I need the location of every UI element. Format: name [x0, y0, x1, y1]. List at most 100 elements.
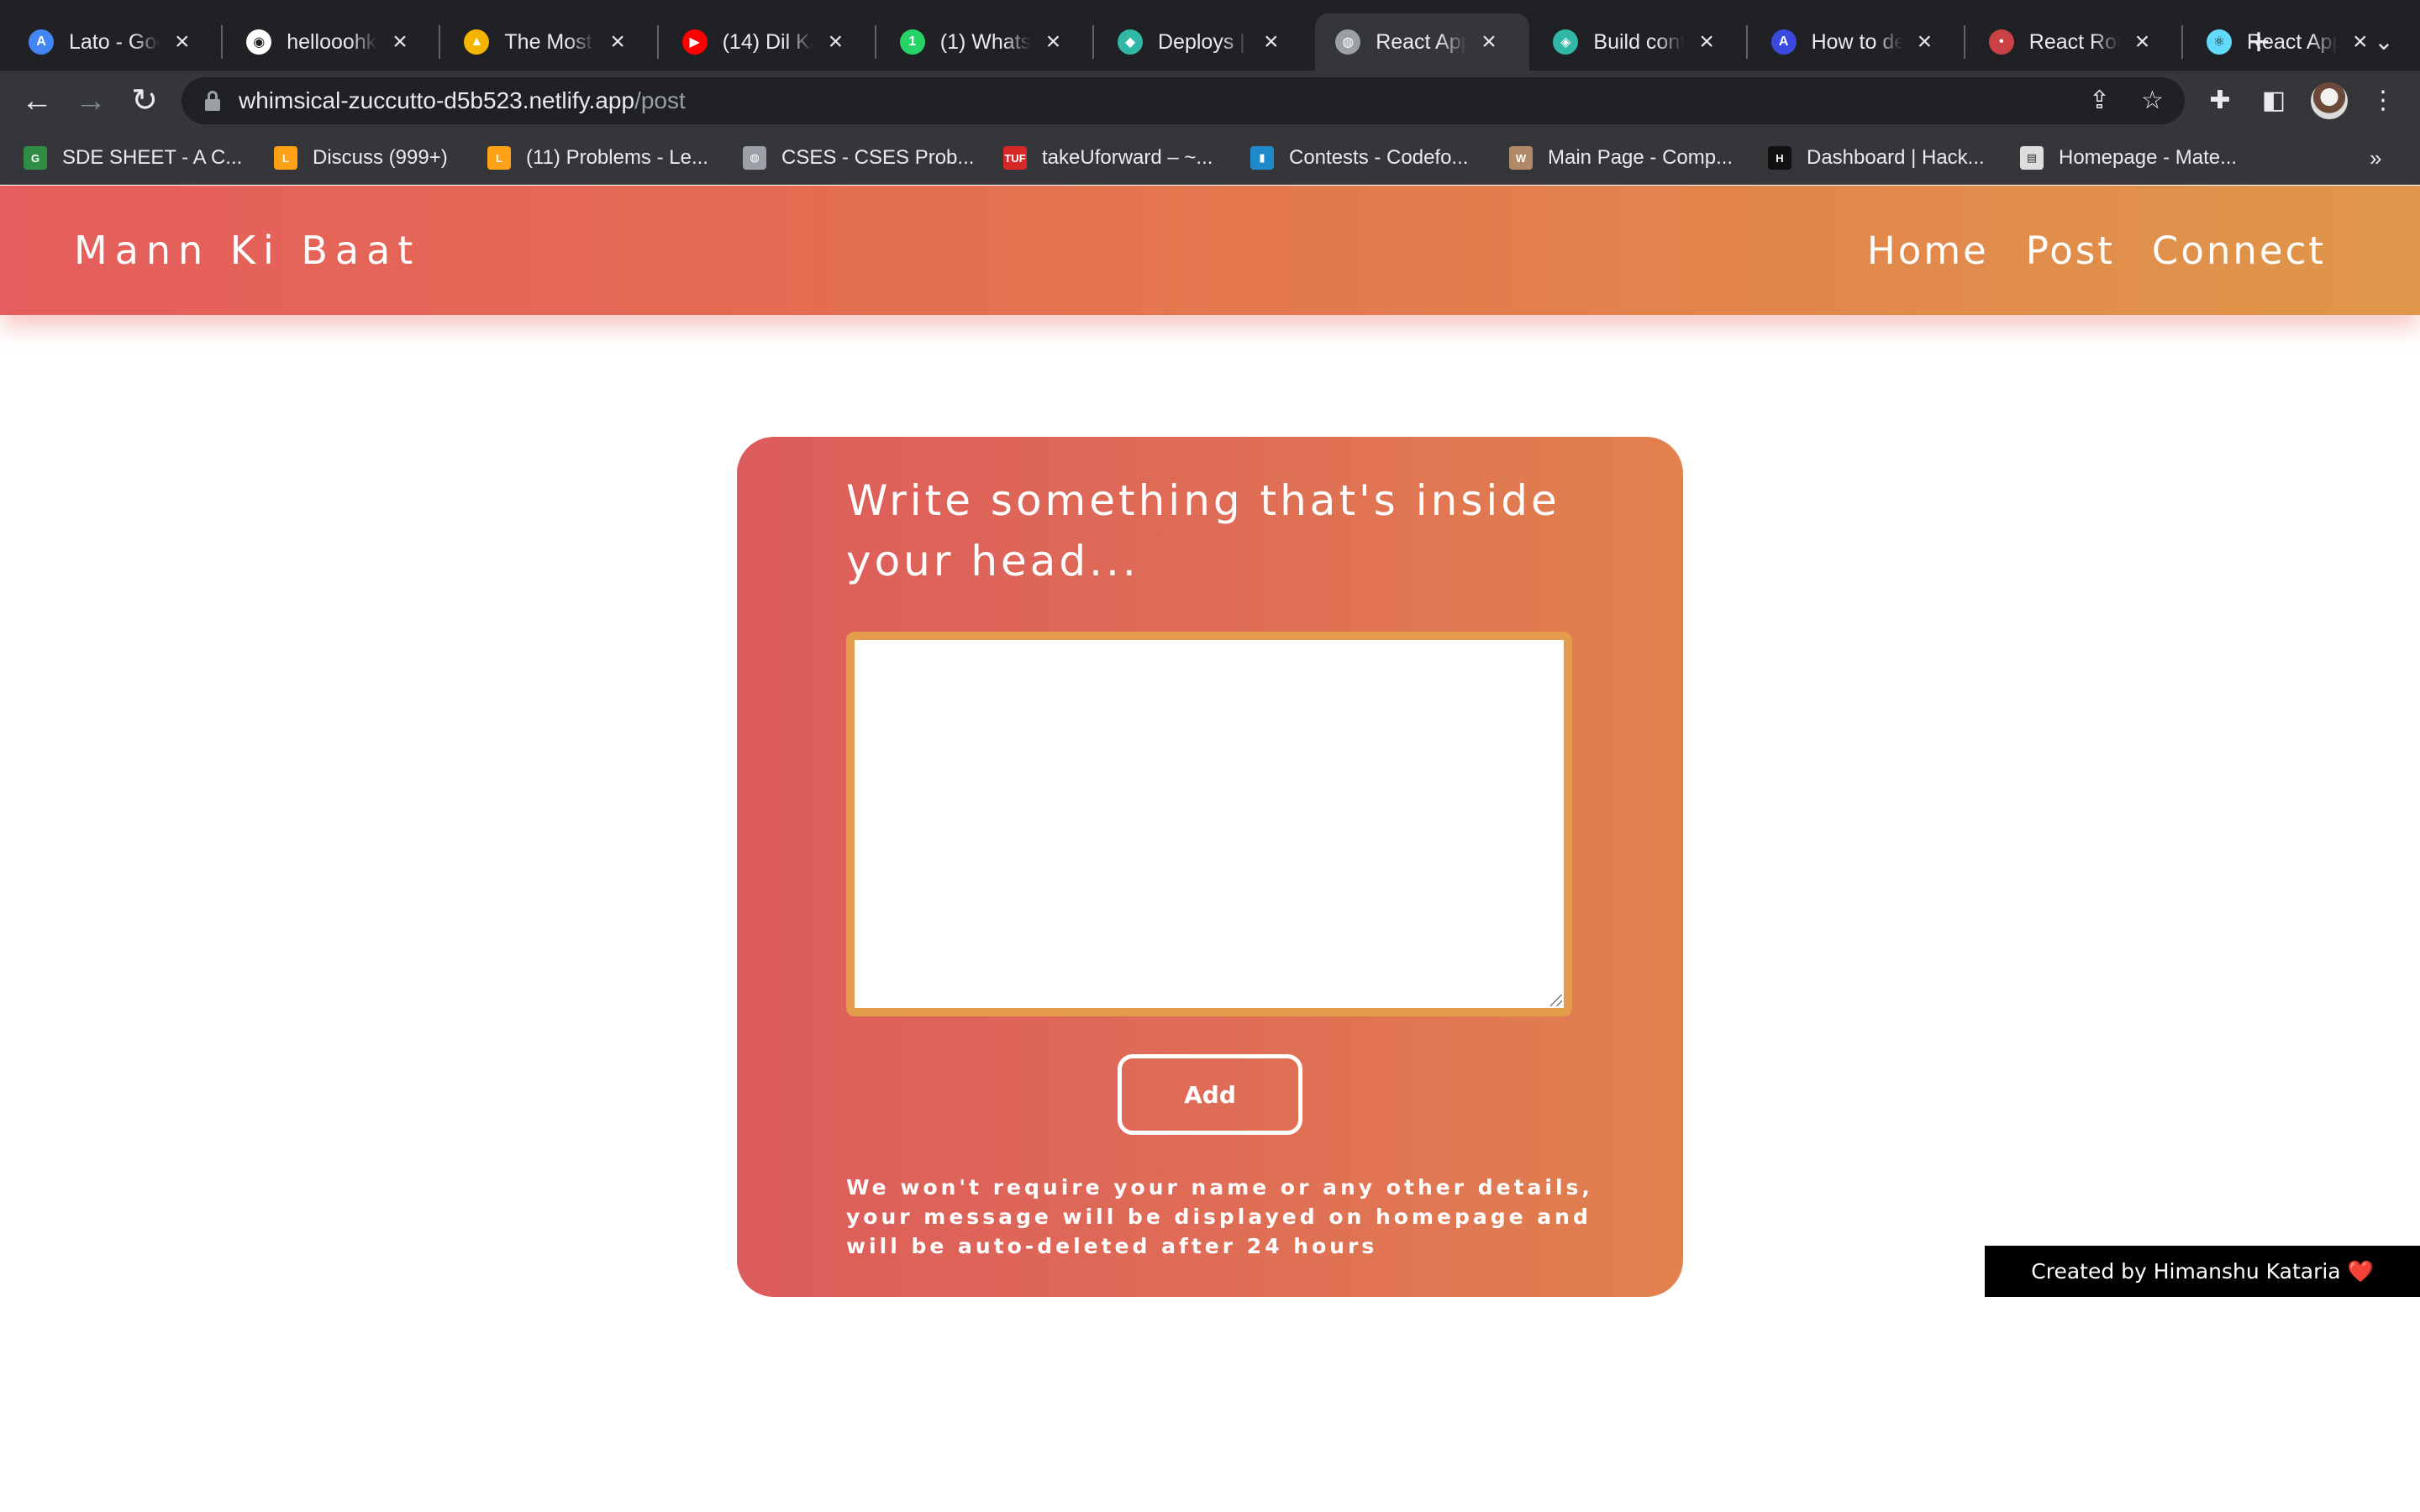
bookmark-label: Discuss (999+)	[313, 146, 448, 169]
browser-tab[interactable]: 1 (1) WhatsApp ×	[880, 13, 1094, 71]
bookmark-item[interactable]: ▮ Contests - Codefo...	[1250, 131, 1468, 185]
profile-avatar[interactable]	[2311, 82, 2348, 119]
reload-icon[interactable]: ↻	[121, 77, 168, 124]
bookmark-label: SDE SHEET - A C...	[62, 146, 243, 169]
side-panel-icon[interactable]: ◧	[2250, 77, 2297, 124]
close-tab-icon[interactable]: ×	[1264, 29, 1279, 55]
leetcode-icon: L	[487, 146, 511, 170]
close-tab-icon[interactable]: ×	[1918, 29, 1933, 55]
close-tab-icon[interactable]: ×	[1699, 29, 1714, 55]
bookmark-label: takeUforward – ~...	[1042, 146, 1213, 169]
menu-kebab-icon[interactable]: ⋮	[2360, 77, 2407, 124]
nav-home-link[interactable]: Home	[1867, 228, 1989, 273]
tab-separator	[2181, 25, 2183, 59]
browser-tab[interactable]: ⚛ React App ×	[2186, 13, 2401, 71]
browser-toolbar: ← → ↻ whimsical-zuccutto-d5b523.netlify.…	[0, 71, 2420, 131]
credit-text: Created by Himanshu Kataria	[2031, 1259, 2341, 1284]
share-icon[interactable]: ⇪	[2089, 77, 2110, 124]
bookmark-item[interactable]: H Dashboard | Hack...	[1768, 131, 1985, 185]
more-bookmarks-chevron-icon[interactable]: »	[2370, 131, 2381, 185]
back-arrow-icon[interactable]: ←	[13, 77, 60, 124]
browser-tab-title: React App	[1376, 29, 1467, 54]
browser-tab[interactable]: ◉ hellooohk ×	[226, 13, 440, 71]
browser-tab[interactable]: ▲ The Most ×	[444, 13, 658, 71]
browser-tab[interactable]: A Lato - Google Fonts ×	[8, 13, 223, 71]
browser-tab[interactable]: ◍ React App ×	[1315, 13, 1530, 71]
privacy-note: We won't require your name or any other …	[846, 1175, 1593, 1258]
close-tab-icon[interactable]: ×	[2353, 29, 2368, 55]
site-header: Mann Ki Baat Home Post Connect	[0, 186, 2420, 315]
medal-icon: ▲	[464, 29, 490, 55]
bookmark-label: (11) Problems - Le...	[526, 146, 708, 169]
bookmark-label: Dashboard | Hack...	[1807, 146, 1985, 169]
browser-tab[interactable]: ◈ Build configuration ×	[1533, 13, 1747, 71]
heart-icon: ❤️	[2347, 1259, 2374, 1284]
netlify-icon: ◆	[1118, 29, 1143, 55]
globe-icon: ◍	[1335, 29, 1361, 55]
tab-separator	[439, 25, 441, 59]
close-tab-icon[interactable]: ×	[829, 29, 844, 55]
add-button[interactable]: Add	[1118, 1054, 1302, 1135]
leetcode-icon: L	[274, 146, 297, 170]
tab-strip: + ⌄ ALato - Google Fonts×◉hellooohk×▲The…	[0, 0, 2420, 71]
bookmark-label: Homepage - Mate...	[2059, 146, 2238, 169]
bookmark-item[interactable]: L Discuss (999+)	[274, 131, 448, 185]
message-textarea[interactable]	[855, 640, 1564, 1008]
close-tab-icon[interactable]: ×	[1046, 29, 1061, 55]
bookmark-item[interactable]: ◍ CSES - CSES Prob...	[743, 131, 974, 185]
codeforces-icon: ▮	[1250, 146, 1274, 170]
bookmark-item[interactable]: G SDE SHEET - A C...	[24, 131, 242, 185]
hackerrank-icon: H	[1768, 146, 1791, 170]
close-tab-icon[interactable]: ×	[175, 29, 190, 55]
lock-icon[interactable]	[205, 91, 220, 111]
bookmark-item[interactable]: TUF takeUforward – ~...	[1003, 131, 1213, 185]
close-tab-icon[interactable]: ×	[392, 29, 408, 55]
github-icon: ◉	[246, 29, 272, 55]
globe-icon: ◍	[743, 146, 766, 170]
address-bar[interactable]: whimsical-zuccutto-d5b523.netlify.app/po…	[182, 77, 2185, 124]
tab-separator	[221, 25, 224, 59]
bookmark-item[interactable]: L (11) Problems - Le...	[487, 131, 708, 185]
browser-tab-title: (1) WhatsApp	[939, 29, 1031, 54]
extensions-puzzle-icon[interactable]: ✚	[2196, 77, 2244, 124]
tab-separator	[1745, 25, 1748, 59]
browser-tab-title: The Most	[504, 29, 592, 54]
wiki-icon: W	[1509, 146, 1533, 170]
browser-tab[interactable]: A How to deploy ×	[1751, 13, 1965, 71]
document-icon: ▤	[2020, 146, 2044, 170]
credit-badge: Created by Himanshu Kataria ❤️	[1985, 1246, 2420, 1297]
browser-tab[interactable]: • React Router ×	[1969, 13, 2183, 71]
bookmark-item[interactable]: W Main Page - Comp...	[1509, 131, 1733, 185]
browser-tab-title: Lato - Google Fonts	[69, 29, 160, 54]
react-router-icon: •	[1988, 29, 2014, 55]
browser-tab-title: Build configuration	[1593, 29, 1685, 54]
browser-tab-title: React Router	[2028, 29, 2120, 54]
nav-post-link[interactable]: Post	[2026, 228, 2115, 273]
youtube-icon: ▶	[681, 29, 708, 55]
bookmark-item[interactable]: ▤ Homepage - Mate...	[2020, 131, 2237, 185]
react-icon: ⚛	[2207, 29, 2232, 55]
tab-separator	[656, 25, 659, 59]
forward-arrow-icon[interactable]: →	[67, 77, 114, 124]
tab-separator	[1092, 25, 1094, 59]
site-nav: Home Post Connect	[1830, 186, 2326, 315]
post-form-card: Write something that's inside your head.…	[737, 437, 1683, 1297]
gfg-icon: G	[24, 146, 47, 170]
bookmark-star-icon[interactable]: ☆	[2141, 77, 2164, 124]
message-textarea-frame	[846, 632, 1572, 1016]
close-tab-icon[interactable]: ×	[1481, 29, 1497, 55]
browser-tab-title: How to deploy	[1811, 29, 1902, 54]
site-brand[interactable]: Mann Ki Baat	[74, 186, 420, 315]
close-tab-icon[interactable]: ×	[610, 29, 625, 55]
close-tab-icon[interactable]: ×	[2135, 29, 2150, 55]
nav-connect-link[interactable]: Connect	[2152, 228, 2326, 273]
resize-handle-icon[interactable]	[1550, 995, 1562, 1006]
browser-tab-title: Deploys | Netlify	[1158, 29, 1249, 54]
bookmarks-bar: » G SDE SHEET - A C... L Discuss (999+) L (11…	[0, 131, 2420, 185]
devto-icon: A	[1770, 29, 1797, 55]
browser-tab[interactable]: ▶ (14) Dil Kahin ×	[662, 13, 876, 71]
browser-tab[interactable]: ◆ Deploys | Netlify ×	[1097, 13, 1312, 71]
url-text[interactable]: whimsical-zuccutto-d5b523.netlify.app/po…	[239, 77, 686, 124]
bookmark-label: Contests - Codefo...	[1289, 146, 1469, 169]
bookmark-label: Main Page - Comp...	[1548, 146, 1733, 169]
